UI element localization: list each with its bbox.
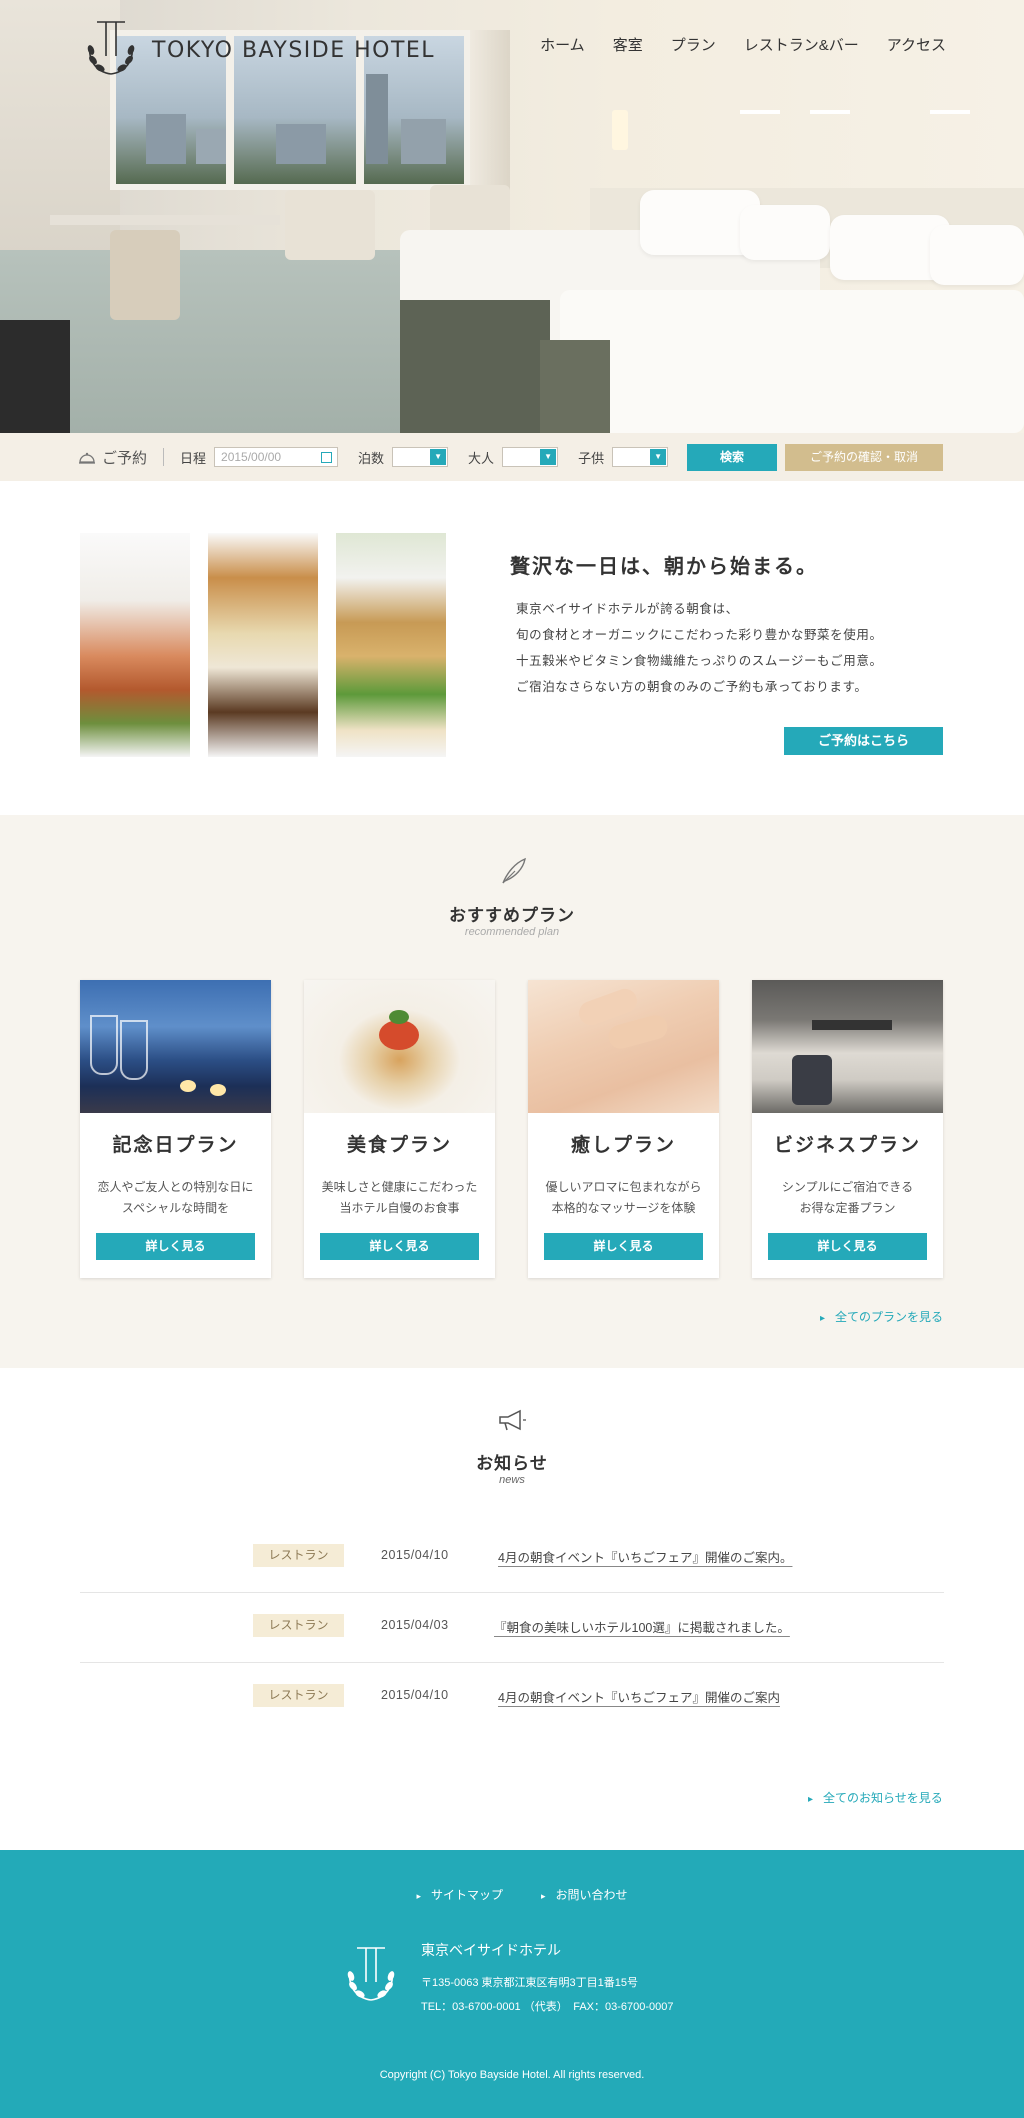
plan-card-gourmet: 美食プラン 美味しさと健康にこだわった 当ホテル自慢のお食事 詳しく見る bbox=[304, 980, 495, 1278]
breakfast-reserve-button[interactable]: ご予約はこちら bbox=[784, 727, 943, 755]
plan-desc-line: 美味しさと健康にこだわった bbox=[321, 1180, 478, 1194]
logo-text: TOKYO BAYSIDE HOTEL bbox=[152, 37, 436, 63]
nights-select[interactable]: ▼ bbox=[392, 447, 449, 467]
sitemap-link[interactable]: サイトマップ bbox=[416, 1886, 503, 1903]
reservation-bar: ご予約 日程 2015/00/00 泊数 ▼ 大人 ▼ 子供 ▼ 検索 ご予約の… bbox=[0, 433, 1024, 481]
breakfast-line: ご宿泊なさらない方の朝食のみのご予約も承っております。 bbox=[516, 680, 868, 694]
plan-desc-line: お得な定番プラン bbox=[799, 1201, 896, 1215]
children-label: 子供 bbox=[578, 450, 605, 466]
plan-card-anniversary: 記念日プラン 恋人やご友人との特別な日に スペシャルな時間を 詳しく見る bbox=[80, 980, 271, 1278]
all-news-link[interactable]: 全てのお知らせを見る bbox=[808, 1789, 943, 1806]
plan-description: シンプルにご宿泊できる お得な定番プラン bbox=[752, 1177, 943, 1219]
feather-icon bbox=[502, 857, 526, 884]
news-title-link[interactable]: 4月の朝食イベント『いちごフェア』開催のご案内。 bbox=[498, 1547, 792, 1566]
contact-link[interactable]: お問い合わせ bbox=[541, 1886, 628, 1903]
nav-plans[interactable]: プラン bbox=[671, 34, 716, 55]
breakfast-heading: 贅沢な一日は、朝から始まる。 bbox=[510, 554, 818, 578]
date-label: 日程 bbox=[180, 450, 207, 466]
confirm-cancel-button[interactable]: ご予約の確認・取消 bbox=[785, 444, 943, 471]
footer-hotel-name: 東京ベイサイドホテル bbox=[421, 1942, 561, 1958]
reservation-title: ご予約 bbox=[78, 447, 147, 468]
plan-desc-line: 優しいアロマに包まれながら bbox=[545, 1180, 702, 1194]
news-title-link[interactable]: 4月の朝食イベント『いちごフェア』開催のご案内 bbox=[498, 1687, 780, 1706]
news-item[interactable]: レストラン 2015/04/03 『朝食の美味しいホテル100選』に掲載されまし… bbox=[80, 1593, 944, 1663]
breakfast-line: 東京ベイサイドホテルが誇る朝食は、 bbox=[516, 602, 739, 616]
main-nav: ホーム 客室 プラン レストラン&バー アクセス bbox=[540, 34, 946, 55]
plan-photo-business bbox=[752, 980, 943, 1113]
nights-label: 泊数 bbox=[358, 450, 385, 466]
breakfast-description: 東京ベイサイドホテルが誇る朝食は、 旬の食材とオーガニックにこだわった彩り豊かな… bbox=[516, 596, 883, 700]
plan-details-button[interactable]: 詳しく見る bbox=[768, 1233, 927, 1260]
adults-select[interactable]: ▼ bbox=[502, 447, 559, 467]
nav-home[interactable]: ホーム bbox=[540, 34, 585, 55]
plan-card-relaxation: 癒しプラン 優しいアロマに包まれながら 本格的なマッサージを体験 詳しく見る bbox=[528, 980, 719, 1278]
divider bbox=[163, 448, 165, 466]
plans-heading: おすすめプラン bbox=[449, 906, 575, 926]
calendar-icon[interactable] bbox=[321, 452, 333, 463]
footer-phone-fax: TEL：03-6700-0001 （代表） FAX：03-6700-0007 bbox=[421, 2001, 674, 2013]
plan-details-button[interactable]: 詳しく見る bbox=[320, 1233, 479, 1260]
chevron-down-icon: ▼ bbox=[430, 449, 447, 465]
chevron-down-icon: ▼ bbox=[540, 449, 557, 465]
plan-desc-line: スペシャルな時間を bbox=[121, 1201, 230, 1215]
news-date: 2015/04/03 bbox=[381, 1618, 449, 1632]
plan-desc-line: 恋人やご友人との特別な日に bbox=[97, 1180, 254, 1194]
site-logo[interactable]: TOKYO BAYSIDE HOTEL bbox=[78, 16, 435, 84]
all-plans-link[interactable]: 全てのプランを見る bbox=[820, 1308, 943, 1325]
news-tag: レストラン bbox=[253, 1614, 344, 1637]
breakfast-line: 旬の食材とオーガニックにこだわった彩り豊かな野菜を使用。 bbox=[516, 628, 883, 642]
laurel-logo-icon bbox=[87, 21, 135, 75]
nav-restaurant-bar[interactable]: レストラン&バー bbox=[744, 34, 859, 55]
breakfast-photo-salmon bbox=[80, 533, 190, 757]
plan-desc-line: 本格的なマッサージを体験 bbox=[551, 1201, 696, 1215]
breakfast-line: 十五穀米やビタミン食物繊維たっぷりのスムージーもご用意。 bbox=[516, 654, 883, 668]
plan-photo-gourmet bbox=[304, 980, 495, 1113]
plan-card-business: ビジネスプラン シンプルにご宿泊できる お得な定番プラン 詳しく見る bbox=[752, 980, 943, 1278]
children-select[interactable]: ▼ bbox=[612, 447, 669, 467]
megaphone-icon bbox=[499, 1409, 526, 1431]
nav-rooms[interactable]: 客室 bbox=[613, 34, 643, 55]
plan-name: 癒しプラン bbox=[570, 1134, 676, 1156]
plan-desc-line: 当ホテル自慢のお食事 bbox=[339, 1201, 460, 1215]
search-button[interactable]: 検索 bbox=[687, 444, 777, 471]
breakfast-photo-dessert bbox=[208, 533, 318, 757]
reservation-title-text: ご予約 bbox=[102, 448, 148, 467]
news-date: 2015/04/10 bbox=[381, 1548, 449, 1562]
service-bell-icon bbox=[79, 452, 95, 464]
news-item[interactable]: レストラン 2015/04/10 4月の朝食イベント『いちごフェア』開催のご案内… bbox=[80, 1523, 944, 1593]
plan-photo-massage bbox=[528, 980, 719, 1113]
plan-description: 美味しさと健康にこだわった 当ホテル自慢のお食事 bbox=[304, 1177, 495, 1219]
plan-name: ビジネスプラン bbox=[773, 1134, 921, 1156]
plan-description: 恋人やご友人との特別な日に スペシャルな時間を bbox=[80, 1177, 271, 1219]
plan-description: 優しいアロマに包まれながら 本格的なマッサージを体験 bbox=[528, 1177, 719, 1219]
plans-subheading: recommended plan bbox=[464, 926, 560, 938]
plan-details-button[interactable]: 詳しく見る bbox=[544, 1233, 703, 1260]
footer-links: サイトマップ お問い合わせ bbox=[0, 1886, 1024, 1903]
site-footer: サイトマップ お問い合わせ 東京ベイサイドホテル 〒135-0063 東京都江東… bbox=[0, 1850, 1024, 2118]
news-subheading: news bbox=[499, 1474, 525, 1486]
news-tag: レストラン bbox=[253, 1684, 344, 1707]
plan-photo-anniversary bbox=[80, 980, 271, 1113]
news-tag: レストラン bbox=[253, 1544, 344, 1567]
plan-desc-line: シンプルにご宿泊できる bbox=[781, 1180, 914, 1194]
site-header: TOKYO BAYSIDE HOTEL ホーム 客室 プラン レストラン&バー … bbox=[0, 0, 1024, 90]
recommended-plans-section: おすすめプラン recommended plan 記念日プラン 恋人やご友人との… bbox=[0, 815, 1024, 1368]
plan-name: 記念日プラン bbox=[112, 1134, 239, 1156]
news-item[interactable]: レストラン 2015/04/10 4月の朝食イベント『いちごフェア』開催のご案内 bbox=[80, 1663, 944, 1733]
breakfast-photo-soup bbox=[336, 533, 446, 757]
copyright: Copyright (C) Tokyo Bayside Hotel. All r… bbox=[379, 2069, 645, 2081]
date-input[interactable]: 2015/00/00 bbox=[214, 447, 339, 467]
news-heading: お知らせ bbox=[476, 1454, 548, 1474]
date-placeholder: 2015/00/00 bbox=[221, 450, 282, 464]
plan-details-button[interactable]: 詳しく見る bbox=[96, 1233, 255, 1260]
laurel-logo-icon bbox=[347, 1947, 395, 2001]
nav-access[interactable]: アクセス bbox=[887, 34, 946, 55]
news-date: 2015/04/10 bbox=[381, 1688, 449, 1702]
chevron-down-icon: ▼ bbox=[650, 449, 667, 465]
news-title-link[interactable]: 『朝食の美味しいホテル100選』に掲載されました。 bbox=[494, 1617, 790, 1636]
footer-address: 〒135-0063 東京都江東区有明3丁目1番15号 bbox=[421, 1977, 639, 1989]
plan-name: 美食プラン bbox=[346, 1134, 452, 1156]
adults-label: 大人 bbox=[468, 450, 495, 466]
